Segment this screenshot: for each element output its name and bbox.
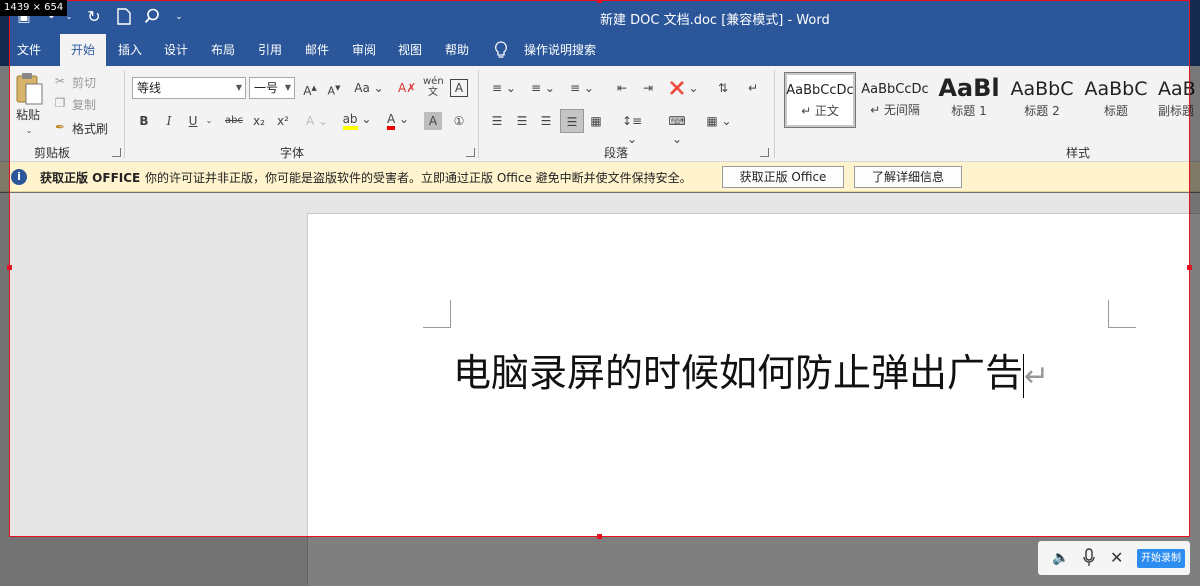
screen-size-label: 1439 × 654 (0, 0, 68, 16)
start-recording-button[interactable]: 开始录制 (1137, 549, 1185, 568)
capture-handle[interactable] (597, 0, 602, 3)
microphone-icon[interactable] (1082, 548, 1096, 572)
capture-handle[interactable] (1187, 265, 1192, 270)
capture-overlay (0, 536, 1200, 586)
speaker-icon[interactable]: 🔈 (1052, 549, 1070, 567)
capture-region-border[interactable] (9, 0, 1190, 537)
close-icon[interactable]: ✕ (1110, 548, 1123, 568)
recorder-toolbar: 🔈 ✕ 开始录制 (1038, 541, 1190, 575)
capture-handle[interactable] (597, 534, 602, 539)
capture-handle[interactable] (7, 265, 12, 270)
